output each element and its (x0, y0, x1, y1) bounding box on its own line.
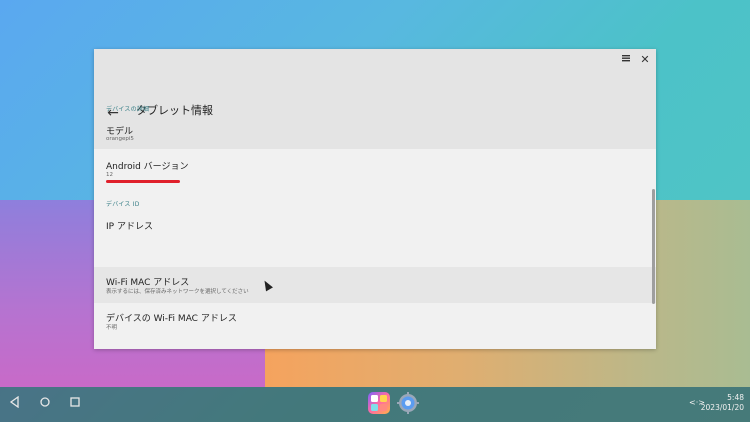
item-title: Android バージョン (106, 162, 189, 172)
list-item-wifi-mac[interactable]: Wi-Fi MAC アドレス 表示するには、保存済みネットワークを選択してくださ… (94, 267, 656, 303)
recents-icon[interactable] (68, 396, 82, 410)
window-titlebar[interactable]: ✕ (94, 49, 656, 71)
item-subtitle: orangepi5 (106, 136, 134, 142)
settings-window: ✕ ← タブレット情報 デバイスの詳細 モデル orangepi5 Androi… (94, 49, 656, 349)
back-icon[interactable] (8, 395, 22, 410)
section-header-device-details: デバイスの詳細 (106, 106, 150, 113)
clock[interactable]: 5:48 2023/01/20 (701, 393, 744, 412)
item-title: IP アドレス (106, 222, 153, 232)
section-header-device-ids: デバイス ID (106, 201, 140, 208)
item-subtitle: 12 (106, 172, 113, 178)
item-title: デバイスの Wi-Fi MAC アドレス (106, 314, 237, 324)
red-highlight-underline (106, 180, 180, 183)
clock-time: 5:48 (727, 393, 744, 402)
app-launcher-icon[interactable] (368, 392, 390, 414)
app-bar: ← タブレット情報 (94, 71, 656, 149)
home-icon[interactable] (38, 396, 52, 410)
scrollbar[interactable] (652, 189, 655, 304)
item-subtitle: 表示するには、保存済みネットワークを選択してください (106, 289, 249, 295)
clock-date: 2023/01/20 (700, 403, 744, 412)
settings-gear-icon[interactable] (397, 392, 419, 414)
close-icon[interactable]: ✕ (637, 52, 653, 68)
taskbar: <·> 5:48 2023/01/20 (0, 387, 750, 422)
item-subtitle: 不明 (106, 325, 118, 331)
menu-icon[interactable] (618, 52, 634, 68)
